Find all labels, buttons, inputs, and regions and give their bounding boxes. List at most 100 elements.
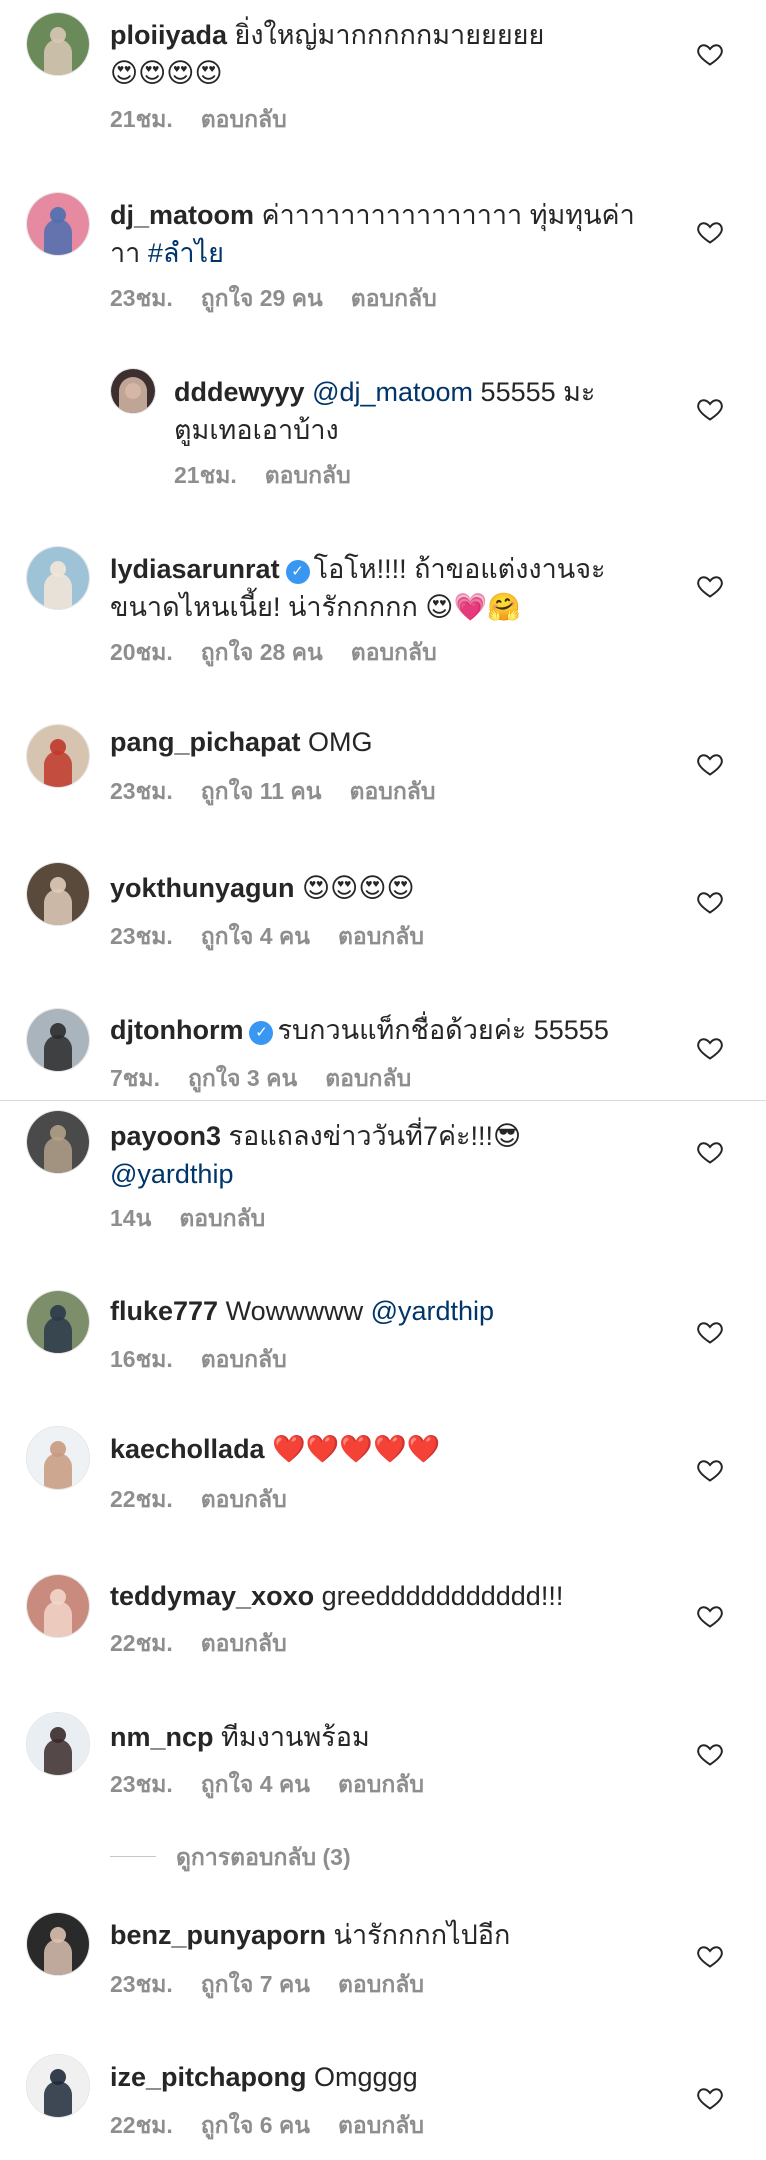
- likes-count[interactable]: ถูกใจ 7 คน: [201, 1971, 310, 1997]
- username-link[interactable]: benz_punyaporn: [110, 1920, 326, 1950]
- avatar[interactable]: [26, 1574, 90, 1638]
- avatar[interactable]: [26, 1008, 90, 1072]
- likes-count[interactable]: ถูกใจ 6 คน: [201, 2112, 310, 2138]
- reply-button[interactable]: ตอบกลับ: [325, 1065, 411, 1091]
- username-link[interactable]: dddewyyy: [174, 377, 305, 407]
- likes-count[interactable]: ถูกใจ 4 คน: [201, 1771, 310, 1797]
- reply-button[interactable]: ตอบกลับ: [201, 1630, 287, 1656]
- avatar[interactable]: [26, 1290, 90, 1354]
- username-link[interactable]: ploiiyada: [110, 20, 227, 50]
- heart-icon[interactable]: [696, 2084, 724, 2112]
- heart-icon[interactable]: [696, 395, 724, 423]
- avatar-figure: [44, 1939, 72, 1975]
- view-replies-label: ดูการตอบกลับ (3): [176, 1844, 351, 1870]
- reply-button[interactable]: ตอบกลับ: [350, 778, 436, 804]
- verified-badge-icon: ✓: [285, 560, 310, 584]
- comment-line: payoon3 รอแถลงข่าววันที่7ค่ะ!!!😎: [110, 1117, 521, 1155]
- avatar-figure: [44, 1601, 72, 1637]
- username-link[interactable]: ize_pitchapong: [110, 2062, 307, 2092]
- likes-count[interactable]: ถูกใจ 29 คน: [201, 285, 323, 311]
- username-link[interactable]: fluke777: [110, 1296, 218, 1326]
- comment-text: OMG: [308, 727, 373, 757]
- heart-icon[interactable]: [696, 888, 724, 916]
- avatar[interactable]: [26, 546, 90, 610]
- comment-meta: 20ชม. ถูกใจ 28 คน ตอบกลับ: [110, 637, 465, 667]
- reply-button[interactable]: ตอบกลับ: [179, 1205, 265, 1231]
- heart-icon[interactable]: [696, 1602, 724, 1630]
- username-link[interactable]: lydiasarunrat: [110, 554, 280, 584]
- avatar[interactable]: [26, 1426, 90, 1490]
- comment-text: 😍😍😍😍: [110, 58, 223, 88]
- avatar-head: [50, 1305, 66, 1321]
- username-link[interactable]: djtonhorm: [110, 1015, 243, 1045]
- heart-icon[interactable]: [696, 1740, 724, 1768]
- reply-button[interactable]: ตอบกลับ: [338, 923, 424, 949]
- timestamp: 16ชม.: [110, 1346, 173, 1372]
- avatar[interactable]: [26, 862, 90, 926]
- avatar[interactable]: [26, 192, 90, 256]
- avatar-head: [50, 1125, 66, 1141]
- heart-icon[interactable]: [696, 1942, 724, 1970]
- timestamp: 22ชม.: [110, 2112, 173, 2138]
- avatar-head: [125, 383, 141, 399]
- avatar[interactable]: [26, 2054, 90, 2118]
- likes-count[interactable]: ถูกใจ 28 คน: [201, 639, 323, 665]
- comment-line: kaechollada ❤️❤️❤️❤️❤️: [110, 1430, 440, 1468]
- mention-link[interactable]: @dj_matoom: [312, 377, 473, 407]
- mention-link[interactable]: @yardthip: [371, 1296, 494, 1326]
- timestamp: 21ชม.: [110, 106, 173, 132]
- username-link[interactable]: dj_matoom: [110, 200, 254, 230]
- avatar[interactable]: [26, 1912, 90, 1976]
- heart-icon[interactable]: [696, 1138, 724, 1166]
- likes-count[interactable]: ถูกใจ 11 คน: [201, 778, 322, 804]
- heart-icon[interactable]: [696, 750, 724, 778]
- timestamp: 23ชม.: [110, 1771, 173, 1797]
- avatar[interactable]: [110, 368, 156, 414]
- comment-line: dddewyyy @dj_matoom 55555 มะ: [174, 373, 595, 411]
- section-divider: [0, 1100, 766, 1101]
- reply-button[interactable]: ตอบกลับ: [201, 1486, 287, 1512]
- comment-text: 😍😍😍😍: [302, 873, 415, 903]
- reply-button[interactable]: ตอบกลับ: [351, 285, 437, 311]
- mention-link[interactable]: @yardthip: [110, 1159, 233, 1189]
- reply-button[interactable]: ตอบกลับ: [265, 462, 351, 488]
- username-link[interactable]: teddymay_xoxo: [110, 1581, 314, 1611]
- heart-icon[interactable]: [696, 572, 724, 600]
- avatar[interactable]: [26, 724, 90, 788]
- comment-text: Omgggg: [314, 2062, 418, 2092]
- heart-icon[interactable]: [696, 1034, 724, 1062]
- comment-text: 55555 มะ: [473, 377, 596, 407]
- heart-icon[interactable]: [696, 1456, 724, 1484]
- likes-count[interactable]: ถูกใจ 3 คน: [188, 1065, 297, 1091]
- avatar[interactable]: [26, 1110, 90, 1174]
- avatar[interactable]: [26, 12, 90, 76]
- comment-meta: 21ชม. ตอบกลับ: [110, 104, 315, 134]
- likes-count[interactable]: ถูกใจ 4 คน: [201, 923, 310, 949]
- username-link[interactable]: pang_pichapat: [110, 727, 301, 757]
- timestamp: 20ชม.: [110, 639, 173, 665]
- reply-button[interactable]: ตอบกลับ: [351, 639, 437, 665]
- avatar-figure: [44, 889, 72, 925]
- username-link[interactable]: kaechollada: [110, 1434, 265, 1464]
- hashtag-link[interactable]: #ลำไย: [148, 238, 224, 268]
- heart-icon[interactable]: [696, 218, 724, 246]
- reply-button[interactable]: ตอบกลับ: [201, 106, 287, 132]
- reply-button[interactable]: ตอบกลับ: [338, 2112, 424, 2138]
- reply-button[interactable]: ตอบกลับ: [338, 1971, 424, 1997]
- comment-meta: 7ชม. ถูกใจ 3 คน ตอบกลับ: [110, 1063, 439, 1093]
- comment-text: น่ารักกกกไปอีก: [333, 1920, 511, 1950]
- avatar-figure: [44, 1739, 72, 1775]
- avatar[interactable]: [26, 1712, 90, 1776]
- heart-icon[interactable]: [696, 40, 724, 68]
- username-link[interactable]: payoon3: [110, 1121, 221, 1151]
- reply-button[interactable]: ตอบกลับ: [201, 1346, 287, 1372]
- username-link[interactable]: nm_ncp: [110, 1722, 214, 1752]
- comment-line: teddymay_xoxo greeddddddddddd!!!: [110, 1577, 563, 1615]
- view-replies-link[interactable]: ดูการตอบกลับ (3): [110, 1842, 351, 1872]
- username-link[interactable]: yokthunyagun: [110, 873, 295, 903]
- avatar-figure: [44, 751, 72, 787]
- comment-line: djtonhorm ✓ รบกวนแท็กชื่อด้วยค่ะ 55555: [110, 1011, 609, 1049]
- avatar-head: [50, 27, 66, 43]
- heart-icon[interactable]: [696, 1318, 724, 1346]
- reply-button[interactable]: ตอบกลับ: [338, 1771, 424, 1797]
